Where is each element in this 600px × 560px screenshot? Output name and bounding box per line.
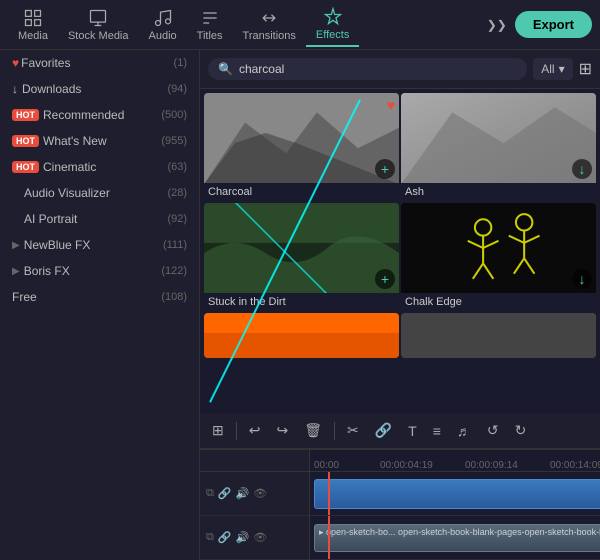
effect-orange[interactable] xyxy=(204,313,399,358)
effect-ash[interactable]: ↓ Ash xyxy=(401,93,596,201)
effect-charcoal[interactable]: ♥ + Charcoal xyxy=(204,93,399,201)
sidebar-item-ai-portrait[interactable]: AI Portrait (92) xyxy=(0,206,199,232)
track-volume-btn[interactable]: 🔊 xyxy=(236,487,250,500)
download-icon: ↓ xyxy=(12,82,18,96)
search-icon: 🔍 xyxy=(218,62,233,76)
timeline-ruler: 00:00 00:00:04:19 00:00:09:14 00:00:14:0… xyxy=(200,450,600,472)
nav-effects[interactable]: Effects xyxy=(306,3,359,47)
track-eye-btn-2[interactable]: 👁 xyxy=(253,531,267,544)
clip-text: ▸ open-sketch-bo... open-sketch-book-bla… xyxy=(315,525,600,540)
undo-icon[interactable]: ↩ xyxy=(245,420,265,441)
cut-icon[interactable]: ✂ xyxy=(343,420,363,441)
effect-stuck[interactable]: + Stuck in the Dirt xyxy=(204,203,399,311)
heart-icon: ♥ xyxy=(12,56,19,70)
effects-grid: ♥ + Charcoal ↓ Ash xyxy=(200,89,600,413)
export-button[interactable]: Export xyxy=(515,11,592,38)
top-nav: Media Stock Media Audio Titles Transitio… xyxy=(0,0,600,50)
video-clip-1[interactable]: Normal 1.00x ▾ xyxy=(314,479,600,509)
track-eye-btn[interactable]: 👁 xyxy=(253,487,267,500)
track-link-btn-2[interactable]: 🔗 xyxy=(218,531,232,544)
sidebar-item-whats-new[interactable]: HOT What's New (955) xyxy=(0,128,199,154)
search-filter-dropdown[interactable]: All ▾ xyxy=(533,58,572,80)
rotate-left-icon[interactable]: ↺ xyxy=(483,420,503,441)
grid-view-icon[interactable]: ⊞ xyxy=(579,59,592,79)
delete-icon[interactable]: 🗑 xyxy=(300,420,326,441)
effect-partial-dark[interactable] xyxy=(401,313,596,358)
track-split-btn-2[interactable]: ⧉ xyxy=(206,531,214,544)
effect-label: Charcoal xyxy=(204,183,399,201)
track-split-btn[interactable]: ⧉ xyxy=(206,487,214,500)
add-effect-btn[interactable]: + xyxy=(375,159,395,179)
audio-icon[interactable]: ♬ xyxy=(453,421,475,441)
hot-badge-3: HOT xyxy=(12,161,39,173)
arrow-icon-2: ▶ xyxy=(12,266,20,277)
track-link-btn[interactable]: 🔗 xyxy=(218,487,232,500)
main-area: ♥ Favorites (1) ↓ Downloads (94) HOT Rec… xyxy=(0,50,600,560)
time-1: 00:00:04:19 xyxy=(380,460,433,471)
chevron-down-icon: ▾ xyxy=(559,62,565,76)
sidebar-item-free[interactable]: Free (108) xyxy=(0,284,199,310)
track-content-2: ▸ open-sketch-bo... open-sketch-book-bla… xyxy=(310,516,600,559)
stuck-label: Stuck in the Dirt xyxy=(204,293,399,311)
ruler-times: 00:00 00:00:04:19 00:00:09:14 00:00:14:0… xyxy=(310,450,600,471)
effect-chalk-edge[interactable]: ↓ Chalk Edge xyxy=(401,203,596,311)
hot-badge-2: HOT xyxy=(12,135,39,147)
nav-titles[interactable]: Titles xyxy=(187,4,233,46)
nav-audio[interactable]: Audio xyxy=(139,4,187,46)
separator-1 xyxy=(236,422,237,440)
sidebar-item-boris-fx[interactable]: ▶ Boris FX (122) xyxy=(0,258,199,284)
search-input-wrap[interactable]: 🔍 xyxy=(208,58,527,80)
nav-more-icon[interactable]: ❯❯ xyxy=(479,18,515,32)
add-ash-btn[interactable]: ↓ xyxy=(572,159,592,179)
rotate-right-icon[interactable]: ↻ xyxy=(511,420,531,441)
video-clip-2[interactable]: ▸ open-sketch-bo... open-sketch-book-bla… xyxy=(314,524,600,552)
time-2: 00:00:09:14 xyxy=(465,460,518,471)
add-stuck-btn[interactable]: + xyxy=(375,269,395,289)
link-icon[interactable]: 🔗 xyxy=(371,420,396,441)
sidebar: ♥ Favorites (1) ↓ Downloads (94) HOT Rec… xyxy=(0,50,200,560)
sidebar-item-downloads[interactable]: ↓ Downloads (94) xyxy=(0,76,199,102)
hot-badge: HOT xyxy=(12,109,39,121)
adjust-icon[interactable]: ≡ xyxy=(429,421,445,441)
sidebar-item-newblue-fx[interactable]: ▶ NewBlue FX (111) xyxy=(0,232,199,258)
track-row-1: ⧉ 🔗 🔊 👁 Normal 1.00x ▾ xyxy=(200,472,600,516)
track-row-2: ⧉ 🔗 🔊 👁 ▸ open-sketch-bo... open-sketch-… xyxy=(200,516,600,560)
text-icon[interactable]: T xyxy=(404,421,421,441)
chalk-label: Chalk Edge xyxy=(401,293,596,311)
timeline: 00:00 00:00:04:19 00:00:09:14 00:00:14:0… xyxy=(200,449,600,560)
time-0: 00:00 xyxy=(314,460,339,471)
right-panel: 🔍 All ▾ ⊞ ♥ xyxy=(200,50,600,560)
sidebar-item-recommended[interactable]: HOT Recommended (500) xyxy=(0,102,199,128)
arrow-icon: ▶ xyxy=(12,240,20,251)
search-bar: 🔍 All ▾ ⊞ xyxy=(200,50,600,89)
sidebar-item-cinematic[interactable]: HOT Cinematic (63) xyxy=(0,154,199,180)
heart-icon-effect: ♥ xyxy=(387,97,395,113)
track-volume-btn-2[interactable]: 🔊 xyxy=(236,531,250,544)
timeline-toolbar: ⊞ ↩ ↪ 🗑 ✂ 🔗 T ≡ ♬ ↺ ↻ xyxy=(200,413,600,449)
nav-stock-media[interactable]: Stock Media xyxy=(58,4,139,46)
ruler-label-area xyxy=(200,450,310,471)
add-chalk-btn[interactable]: ↓ xyxy=(572,269,592,289)
nav-transitions[interactable]: Transitions xyxy=(233,4,306,46)
track-content-1: Normal 1.00x ▾ xyxy=(310,472,600,515)
redo-icon[interactable]: ↪ xyxy=(272,420,292,441)
track-controls-2: ⧉ 🔗 🔊 👁 xyxy=(200,516,310,559)
search-input[interactable] xyxy=(239,62,517,76)
separator-2 xyxy=(334,422,335,440)
sidebar-item-favorites[interactable]: ♥ Favorites (1) xyxy=(0,50,199,76)
time-3: 00:00:14:09 xyxy=(550,460,600,471)
sidebar-item-audio-visualizer[interactable]: Audio Visualizer (28) xyxy=(0,180,199,206)
track-controls-1: ⧉ 🔗 🔊 👁 xyxy=(200,472,310,515)
ash-label: Ash xyxy=(401,183,596,201)
grid-layout-icon[interactable]: ⊞ xyxy=(208,420,228,441)
nav-media[interactable]: Media xyxy=(8,4,58,46)
